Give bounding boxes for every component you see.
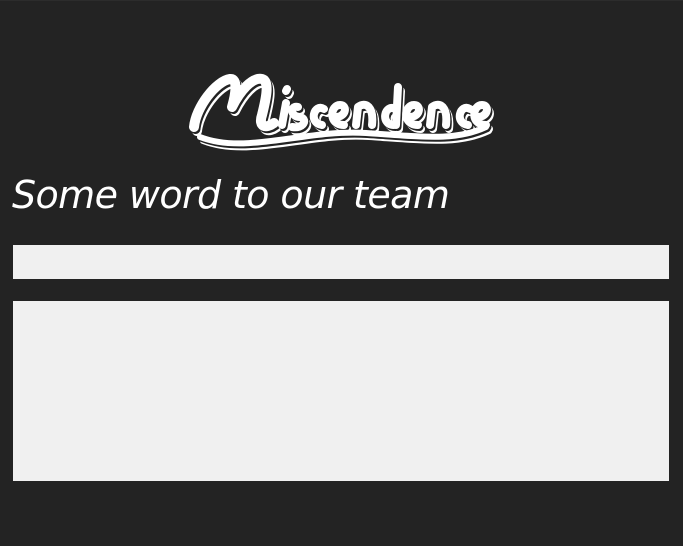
brand-logo [186,67,498,153]
message-textarea[interactable] [13,301,669,481]
name-input[interactable] [13,245,669,279]
feedback-page: Some word to our team [0,0,683,546]
form-heading: Some word to our team [12,173,450,217]
